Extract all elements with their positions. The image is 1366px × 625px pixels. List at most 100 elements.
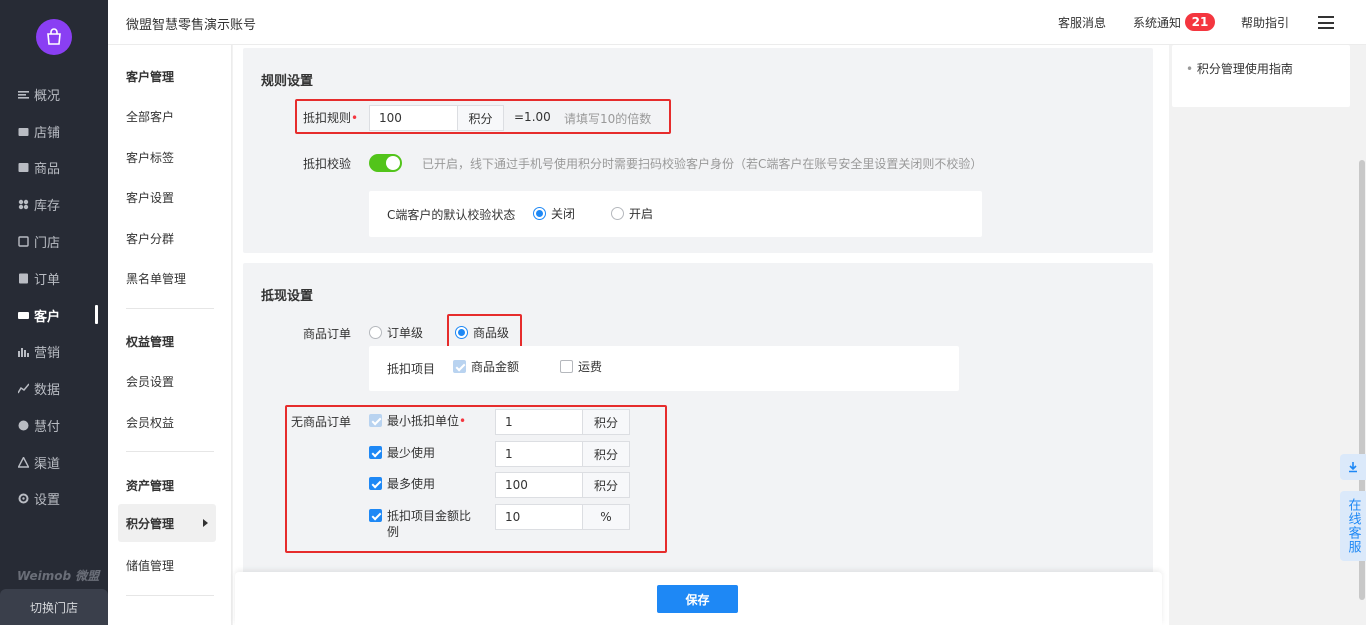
nav-label: 概况: [34, 88, 61, 104]
system-notice-link[interactable]: 系统通知: [1133, 14, 1181, 31]
c-default-verify-box: C端客户的默认校验状态 关闭 开启: [369, 191, 982, 237]
radio-dot: [455, 326, 468, 339]
min-unit-unit: 积分: [583, 409, 630, 435]
subnav-item-customer-tags[interactable]: 客户标签: [126, 149, 174, 166]
deduct-hint: 请填写10的倍数: [564, 112, 652, 126]
caret-right-icon: [203, 519, 208, 527]
ratio-checkbox[interactable]: 抵扣项目金额比例: [369, 508, 481, 540]
checkbox-box: [453, 360, 466, 373]
nav-item-settings[interactable]: 设置: [18, 488, 60, 508]
nav-active-indicator: [95, 305, 98, 324]
deduct-rule-unit: 积分: [458, 105, 504, 131]
nav-item-channel[interactable]: 渠道: [18, 452, 60, 472]
min-unit-checkbox[interactable]: 最小抵扣单位 •: [369, 413, 466, 429]
nav-item-shop[interactable]: 门店: [18, 231, 60, 251]
ratio-input[interactable]: 10: [495, 504, 583, 530]
nav-item-marketing[interactable]: 营销: [18, 341, 60, 361]
min-use-unit: 积分: [583, 441, 630, 467]
subnav-group-customer: 客户管理: [126, 70, 175, 84]
subnav-group-benefits: 权益管理: [126, 335, 175, 349]
deduct-rule-input[interactable]: 100: [369, 105, 458, 131]
switch-store-button[interactable]: 切换门店: [0, 589, 108, 625]
subnav-divider: [126, 451, 214, 452]
nav-label: 设置: [34, 492, 61, 508]
nav-item-inventory[interactable]: 库存: [18, 194, 60, 214]
c-verify-off-radio[interactable]: 关闭: [533, 205, 575, 222]
menu-icon[interactable]: [1318, 16, 1334, 29]
settings-icon: [18, 493, 29, 504]
overview-icon: [18, 89, 29, 100]
nav-label: 客户: [34, 309, 61, 325]
min-unit-input[interactable]: 1: [495, 409, 583, 435]
channel-icon: [18, 456, 29, 468]
nav-item-overview[interactable]: 概况: [18, 84, 60, 104]
subnav-item-member-settings[interactable]: 会员设置: [126, 373, 174, 390]
subnav-group-assets: 资产管理: [126, 479, 175, 493]
service-message-link[interactable]: 客服消息: [1058, 14, 1106, 31]
save-bar: 保存: [235, 572, 1162, 625]
order-level-radio[interactable]: 订单级: [369, 324, 423, 341]
data-icon: [18, 383, 29, 394]
radio-dot: [533, 207, 546, 220]
max-use-checkbox[interactable]: 最多使用: [369, 476, 435, 492]
nav-label: 店铺: [34, 125, 61, 141]
min-use-checkbox[interactable]: 最少使用: [369, 445, 435, 461]
nav-label: 订单: [34, 272, 61, 288]
checkbox-box: [369, 477, 382, 490]
deduct-rule-label: 抵扣规则•: [303, 111, 359, 125]
online-service-button[interactable]: 在线客服: [1340, 491, 1366, 561]
nav-item-pay[interactable]: 慧付: [18, 415, 60, 435]
pay-icon: [18, 420, 29, 431]
nav-item-data[interactable]: 数据: [18, 378, 60, 398]
main-nav: 概况 店铺 商品 库存 门店 订单 客户 营销 数据 慧付 渠道 设置 Weim…: [0, 0, 108, 625]
nav-item-order[interactable]: 订单: [18, 268, 60, 288]
order-icon: [18, 273, 29, 284]
subnav-item-customer-settings[interactable]: 客户设置: [126, 189, 174, 206]
radio-dot: [611, 207, 624, 220]
inventory-icon: [18, 199, 29, 210]
goods-order-label: 商品订单: [303, 327, 352, 341]
save-button[interactable]: 保存: [657, 585, 738, 613]
deduct-items-label: 抵扣项目: [387, 362, 436, 376]
verify-label: 抵扣校验: [303, 157, 352, 171]
goods-level-radio[interactable]: 商品级: [455, 324, 509, 341]
rules-settings-card: 规则设置 抵扣规则• 100 积分 =1.00 请填写10的倍数 抵扣校验 已开…: [243, 48, 1153, 253]
nav-label: 渠道: [34, 456, 61, 472]
subnav-item-points-management[interactable]: 积分管理: [118, 504, 216, 542]
c-verify-on-radio[interactable]: 开启: [611, 205, 653, 222]
subnav-item-all-customers[interactable]: 全部客户: [126, 108, 174, 125]
nav-label: 门店: [34, 235, 61, 251]
main-content: 规则设置 抵扣规则• 100 积分 =1.00 请填写10的倍数 抵扣校验 已开…: [233, 45, 1169, 625]
account-name: 微盟智慧零售演示账号: [126, 18, 257, 33]
help-link[interactable]: 帮助指引: [1241, 14, 1289, 31]
nav-item-customer[interactable]: 客户: [18, 305, 60, 325]
points-guide-link[interactable]: • 积分管理使用指南: [1186, 60, 1293, 77]
deduct-items-box: 抵扣项目 商品金额 运费: [369, 346, 959, 391]
goods-amount-checkbox[interactable]: 商品金额: [453, 359, 519, 375]
nav-item-goods[interactable]: 商品: [18, 157, 60, 177]
deduct-equals: =1.00: [514, 110, 551, 124]
sub-nav: 客户管理 全部客户 客户标签 客户设置 客户分群 黑名单管理 权益管理 会员设置…: [108, 45, 232, 625]
subnav-item-customer-groups[interactable]: 客户分群: [126, 230, 174, 247]
brand-footer: Weimob 微盟: [17, 569, 100, 583]
app-logo[interactable]: [36, 19, 72, 55]
subnav-divider: [126, 595, 214, 596]
subnav-item-blacklist[interactable]: 黑名单管理: [126, 270, 186, 287]
no-goods-order-label: 无商品订单: [291, 415, 352, 429]
download-icon[interactable]: [1340, 454, 1366, 480]
nav-item-store[interactable]: 店铺: [18, 121, 60, 141]
checkbox-box: [369, 414, 382, 427]
freight-checkbox[interactable]: 运费: [560, 359, 602, 375]
verify-toggle[interactable]: [369, 154, 402, 172]
goods-icon: [18, 162, 29, 173]
ratio-unit: %: [583, 504, 630, 530]
c-default-label: C端客户的默认校验状态: [387, 208, 516, 222]
right-panel: • 积分管理使用指南: [1170, 45, 1366, 625]
ratio-field: 10 %: [495, 504, 630, 530]
max-use-input[interactable]: 100: [495, 472, 583, 498]
subnav-item-member-benefits[interactable]: 会员权益: [126, 414, 174, 431]
min-use-input[interactable]: 1: [495, 441, 583, 467]
checkbox-box: [560, 360, 573, 373]
subnav-item-stored-value[interactable]: 储值管理: [126, 557, 174, 574]
checkbox-box: [369, 446, 382, 459]
